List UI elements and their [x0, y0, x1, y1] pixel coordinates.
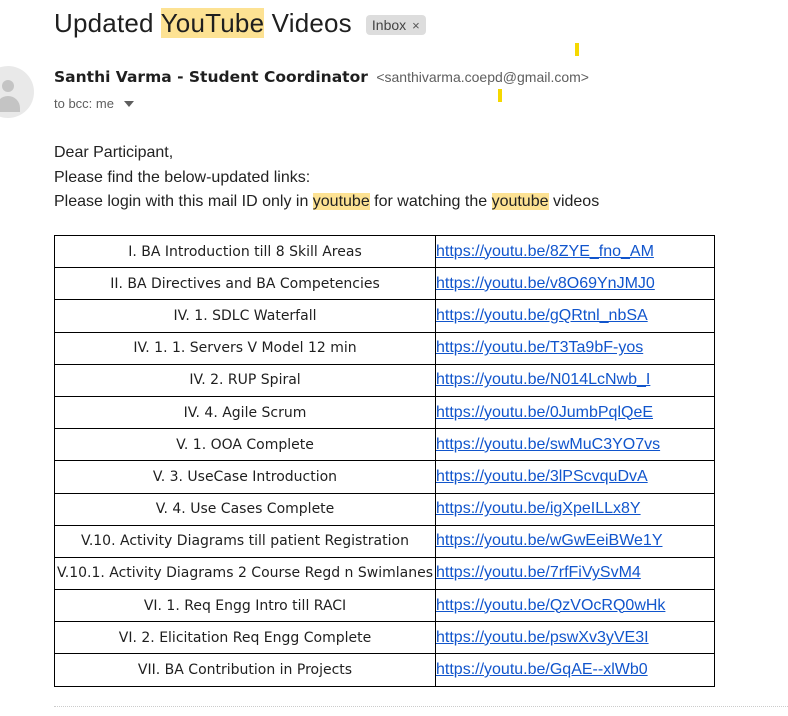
- table-row: V. 1. OOA Complete https://youtu.be/swMuC…: [54, 428, 715, 462]
- video-link[interactable]: https://youtu.be/gQRtnl_nbSA: [436, 307, 648, 324]
- video-link-cell: https://youtu.be/swMuC3YO7vs: [435, 428, 715, 462]
- table-row: IV. 1. 1. Servers V Model 12 min https://…: [54, 331, 715, 365]
- subject-highlight: YouTube: [160, 8, 265, 38]
- table-row: V.10.1. Activity Diagrams 2 Course Regd …: [54, 556, 715, 591]
- video-link-cell: https://youtu.be/GqAE--xlWb0: [435, 653, 715, 687]
- table-row: VI. 1. Req Engg Intro till RACI https://y…: [54, 589, 715, 623]
- table-row: IV. 4. Agile Scrum https://youtu.be/0Jumb…: [54, 395, 715, 430]
- video-topic: V.10.1. Activity Diagrams 2 Course Regd …: [54, 556, 436, 591]
- video-topic: V.10. Activity Diagrams till patient Reg…: [54, 524, 436, 558]
- video-topic: I. BA Introduction till 8 Skill Areas: [54, 234, 436, 269]
- table-row: IV. 1. SDLC Waterfall https://youtu.be/gQ…: [54, 299, 715, 333]
- video-link[interactable]: https://youtu.be/GqAE--xlWb0: [436, 661, 648, 678]
- video-link[interactable]: https://youtu.be/0JumbPqlQeE: [436, 404, 653, 421]
- greeting: Dear Participant,: [54, 144, 174, 161]
- table-row: V.10. Activity Diagrams till patient Reg…: [54, 524, 715, 558]
- video-link-cell: https://youtu.be/T3Ta9bF-yos: [435, 331, 715, 365]
- body-line-2: Please login with this mail ID only in y…: [54, 190, 599, 215]
- chevron-down-icon[interactable]: [123, 100, 134, 107]
- sender-line: Santhi Varma - Student Coordinator <sant…: [54, 68, 589, 87]
- video-link[interactable]: https://youtu.be/swMuC3YO7vs: [436, 436, 660, 453]
- video-topic: VII. BA Contribution in Projects: [54, 653, 436, 687]
- table-row: IV. 2. RUP Spiral https://youtu.be/N014Lc…: [54, 363, 715, 397]
- video-link[interactable]: https://youtu.be/T3Ta9bF-yos: [436, 339, 643, 356]
- video-topic: VI. 1. Req Engg Intro till RACI: [54, 589, 436, 623]
- body-line-1: Please find the below-updated links:: [54, 168, 311, 186]
- email-subject: Updated YouTube Videos: [54, 8, 352, 39]
- video-topic: II. BA Directives and BA Competencies: [54, 267, 436, 301]
- video-link[interactable]: https://youtu.be/3lPScvquDvA: [436, 468, 648, 485]
- video-link[interactable]: https://youtu.be/7rfFiVySvM4: [436, 564, 641, 581]
- sender-name[interactable]: Santhi Varma - Student Coordinator: [54, 68, 368, 86]
- highlight-youtube: youtube: [491, 193, 549, 210]
- recipients-line[interactable]: to bcc: me: [54, 96, 134, 111]
- subject-prefix: Updated: [54, 8, 161, 38]
- video-link[interactable]: https://youtu.be/wGwEeiBWe1Y: [436, 532, 662, 549]
- video-link[interactable]: https://youtu.be/QzVOcRQ0wHk: [436, 597, 665, 614]
- email-body: Dear Participant, Please find the below-…: [54, 141, 599, 215]
- inbox-label-text: Inbox: [371, 17, 407, 33]
- video-link[interactable]: https://youtu.be/N014LcNwb_I: [436, 371, 650, 388]
- yellow-marker: [498, 89, 502, 102]
- video-link-cell: https://youtu.be/gQRtnl_nbSA: [435, 299, 715, 333]
- video-link[interactable]: https://youtu.be/pswXv3yVE3I: [436, 629, 649, 646]
- video-link-cell: https://youtu.be/QzVOcRQ0wHk: [435, 589, 715, 623]
- video-links-table: I. BA Introduction till 8 Skill Areas htt…: [54, 234, 715, 687]
- video-link-cell: https://youtu.be/igXpeILLx8Y: [435, 492, 715, 526]
- close-icon[interactable]: ×: [412, 18, 420, 33]
- video-topic: IV. 1. 1. Servers V Model 12 min: [54, 331, 436, 365]
- video-topic: VI. 2. Elicitation Req Engg Complete: [54, 621, 436, 655]
- video-link[interactable]: https://youtu.be/8ZYE_fno_AM: [436, 243, 654, 260]
- table-row: II. BA Directives and BA Competencies htt…: [54, 267, 715, 301]
- video-link-cell: https://youtu.be/7rfFiVySvM4: [435, 556, 715, 591]
- video-topic: V. 3. UseCase Introduction: [54, 460, 436, 494]
- video-topic: IV. 4. Agile Scrum: [54, 395, 436, 430]
- body-line-2-part: Please login with this mail ID only in: [54, 193, 313, 210]
- video-topic: V. 1. OOA Complete: [54, 428, 436, 462]
- table-row: V. 3. UseCase Introduction https://youtu.…: [54, 460, 715, 494]
- video-link-cell: https://youtu.be/pswXv3yVE3I: [435, 621, 715, 655]
- highlight-youtube: youtube: [312, 193, 370, 210]
- body-line-2-part: videos: [548, 193, 600, 210]
- video-link-cell: https://youtu.be/0JumbPqlQeE: [435, 395, 715, 430]
- person-avatar-icon[interactable]: [0, 66, 34, 118]
- divider: [54, 706, 788, 707]
- video-topic: IV. 1. SDLC Waterfall: [54, 299, 436, 333]
- video-link-cell: https://youtu.be/v8O69YnJMJ0: [435, 267, 715, 301]
- table-row: VI. 2. Elicitation Req Engg Complete http…: [54, 621, 715, 655]
- body-line-2-part: for watching the: [369, 193, 492, 210]
- table-row: V. 4. Use Cases Complete https://youtu.be…: [54, 492, 715, 526]
- video-topic: V. 4. Use Cases Complete: [54, 492, 436, 526]
- video-link-cell: https://youtu.be/3lPScvquDvA: [435, 460, 715, 494]
- video-link-cell: https://youtu.be/8ZYE_fno_AM: [435, 234, 715, 269]
- subject-suffix: Videos: [264, 8, 352, 38]
- recipients-text: to bcc: me: [54, 96, 114, 111]
- video-link[interactable]: https://youtu.be/igXpeILLx8Y: [436, 500, 641, 517]
- video-link-cell: https://youtu.be/N014LcNwb_I: [435, 363, 715, 397]
- table-row: I. BA Introduction till 8 Skill Areas htt…: [54, 234, 715, 269]
- video-link-cell: https://youtu.be/wGwEeiBWe1Y: [435, 524, 715, 558]
- inbox-label-chip[interactable]: Inbox ×: [365, 15, 426, 35]
- video-topic: IV. 2. RUP Spiral: [54, 363, 436, 397]
- video-link[interactable]: https://youtu.be/v8O69YnJMJ0: [436, 275, 655, 292]
- table-row: VII. BA Contribution in Projects https://…: [54, 653, 715, 687]
- email-subject-row: Updated YouTube Videos Inbox ×: [54, 8, 426, 39]
- yellow-marker: [575, 43, 579, 56]
- sender-email: <santhivarma.coepd@gmail.com>: [376, 69, 589, 85]
